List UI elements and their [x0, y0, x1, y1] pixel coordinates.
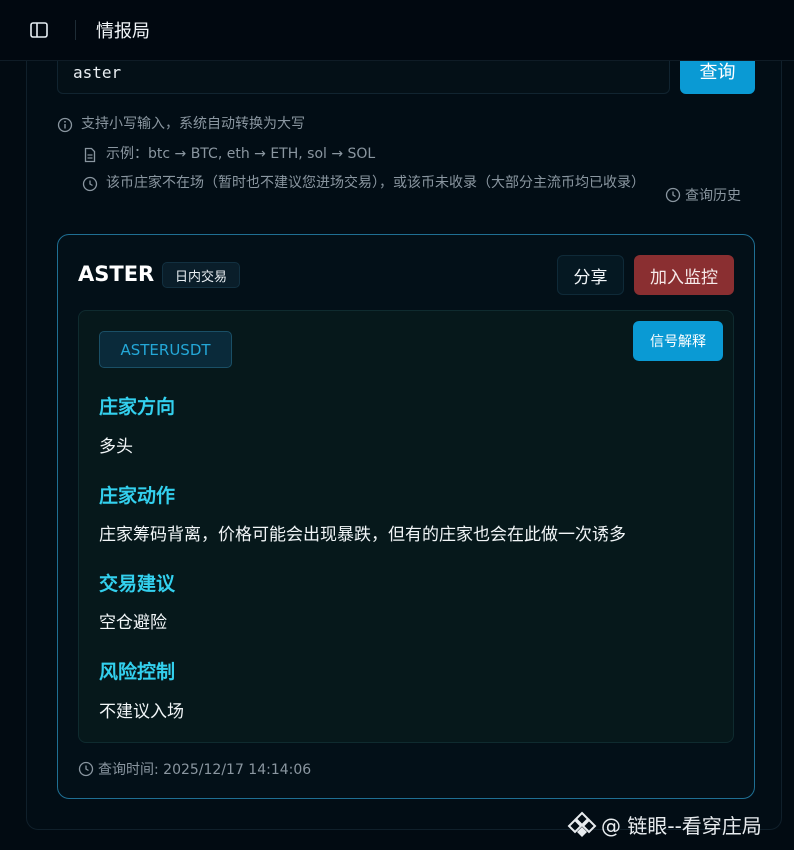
clock-icon: [665, 187, 681, 203]
sidebar-toggle-icon: [30, 22, 48, 38]
document-icon: [84, 147, 96, 163]
watermark: @ 链眼--看穿庄局: [567, 810, 762, 839]
query-history-link[interactable]: 查询历史: [665, 185, 741, 205]
section-label-direction: 庄家方向: [99, 396, 176, 418]
section-value-action: 庄家筹码背离，价格可能会出现暴跌，但有的庄家也会在此做一次诱多: [99, 525, 626, 545]
section-value-advice: 空仓避险: [99, 613, 167, 633]
section-value-direction: 多头: [99, 437, 133, 457]
add-to-watch-button[interactable]: 加入监控: [634, 255, 734, 295]
query-time: 查询时间: 2025/12/17 14:14:06: [78, 759, 311, 779]
hint-text: 该币庄家不在场（暂时也不建议您进场交易），或该币未收录（大部分主流币均已收录）: [106, 175, 645, 191]
hint-example: 示例：btc → BTC, eth → ETH, sol → SOL: [82, 145, 375, 164]
section-value-risk: 不建议入场: [99, 702, 184, 722]
clock-icon: [82, 176, 98, 192]
sidebar-toggle-button[interactable]: [19, 10, 59, 50]
query-time-text: 查询时间: 2025/12/17 14:14:06: [98, 762, 312, 778]
symbol-title: ASTER: [78, 262, 155, 286]
hint-not-present: 该币庄家不在场（暂时也不建议您进场交易），或该币未收录（大部分主流币均已收录）: [82, 174, 652, 193]
hint-lowercase: 支持小写输入，系统自动转换为大写: [57, 115, 305, 134]
info-icon: [57, 117, 73, 133]
topbar-divider: [75, 20, 76, 40]
clock-icon: [78, 761, 94, 777]
watermark-text: @ 链眼--看穿庄局: [601, 814, 762, 838]
hint-text: 示例：btc → BTC, eth → ETH, sol → SOL: [106, 146, 376, 162]
top-bar: 情报局: [0, 0, 794, 61]
section-label-action: 庄家动作: [99, 485, 176, 507]
trade-mode-badge: 日内交易: [162, 262, 241, 288]
trading-pair-tag: ASTERUSDT: [99, 331, 232, 368]
signal-explain-button[interactable]: 信号解释: [633, 321, 723, 361]
section-label-advice: 交易建议: [99, 573, 176, 595]
section-label-risk: 风险控制: [99, 661, 176, 683]
app-title: 情报局: [96, 21, 150, 42]
share-button[interactable]: 分享: [557, 255, 624, 295]
hint-text: 支持小写输入，系统自动转换为大写: [81, 116, 305, 132]
query-history-label: 查询历史: [685, 188, 741, 204]
diamond-logo-icon: [567, 811, 597, 837]
